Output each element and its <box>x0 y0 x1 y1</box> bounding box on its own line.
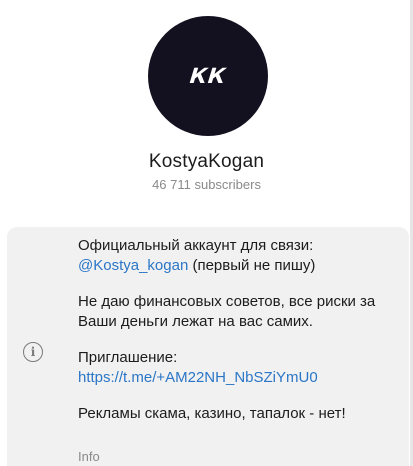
avatar-initials: КК <box>188 64 228 88</box>
description-disclaimer: Не даю финансовых советов, все риски за … <box>78 293 376 330</box>
invite-label: Приглашение: <box>78 349 178 366</box>
info-icon: i <box>23 342 43 362</box>
description-ads: Рекламы скама, казино, тапалок - нет! <box>78 405 346 422</box>
handle-link[interactable]: @Kostya_kogan <box>78 257 188 274</box>
channel-name: KostyaKogan <box>148 151 265 172</box>
handle-note: (первый не пишу) <box>188 257 316 274</box>
description-invite: Приглашение: https://t.me/+AM22NH_NbSZiY… <box>78 348 398 388</box>
info-label: Info <box>78 449 100 464</box>
description-line: Официальный аккаунт для связи: <box>78 237 314 254</box>
channel-description: Официальный аккаунт для связи: @Kostya_k… <box>78 236 398 440</box>
subscriber-count: 46 711 subscribers <box>152 177 261 192</box>
description-contact: Официальный аккаунт для связи: @Kostya_k… <box>78 236 398 276</box>
invite-link[interactable]: https://t.me/+AM22NH_NbSZiYmU0 <box>78 369 318 386</box>
channel-avatar[interactable]: КК <box>148 16 268 136</box>
channel-profile: КК KostyaKogan 46 711 subscribers i Офиц… <box>0 0 413 466</box>
